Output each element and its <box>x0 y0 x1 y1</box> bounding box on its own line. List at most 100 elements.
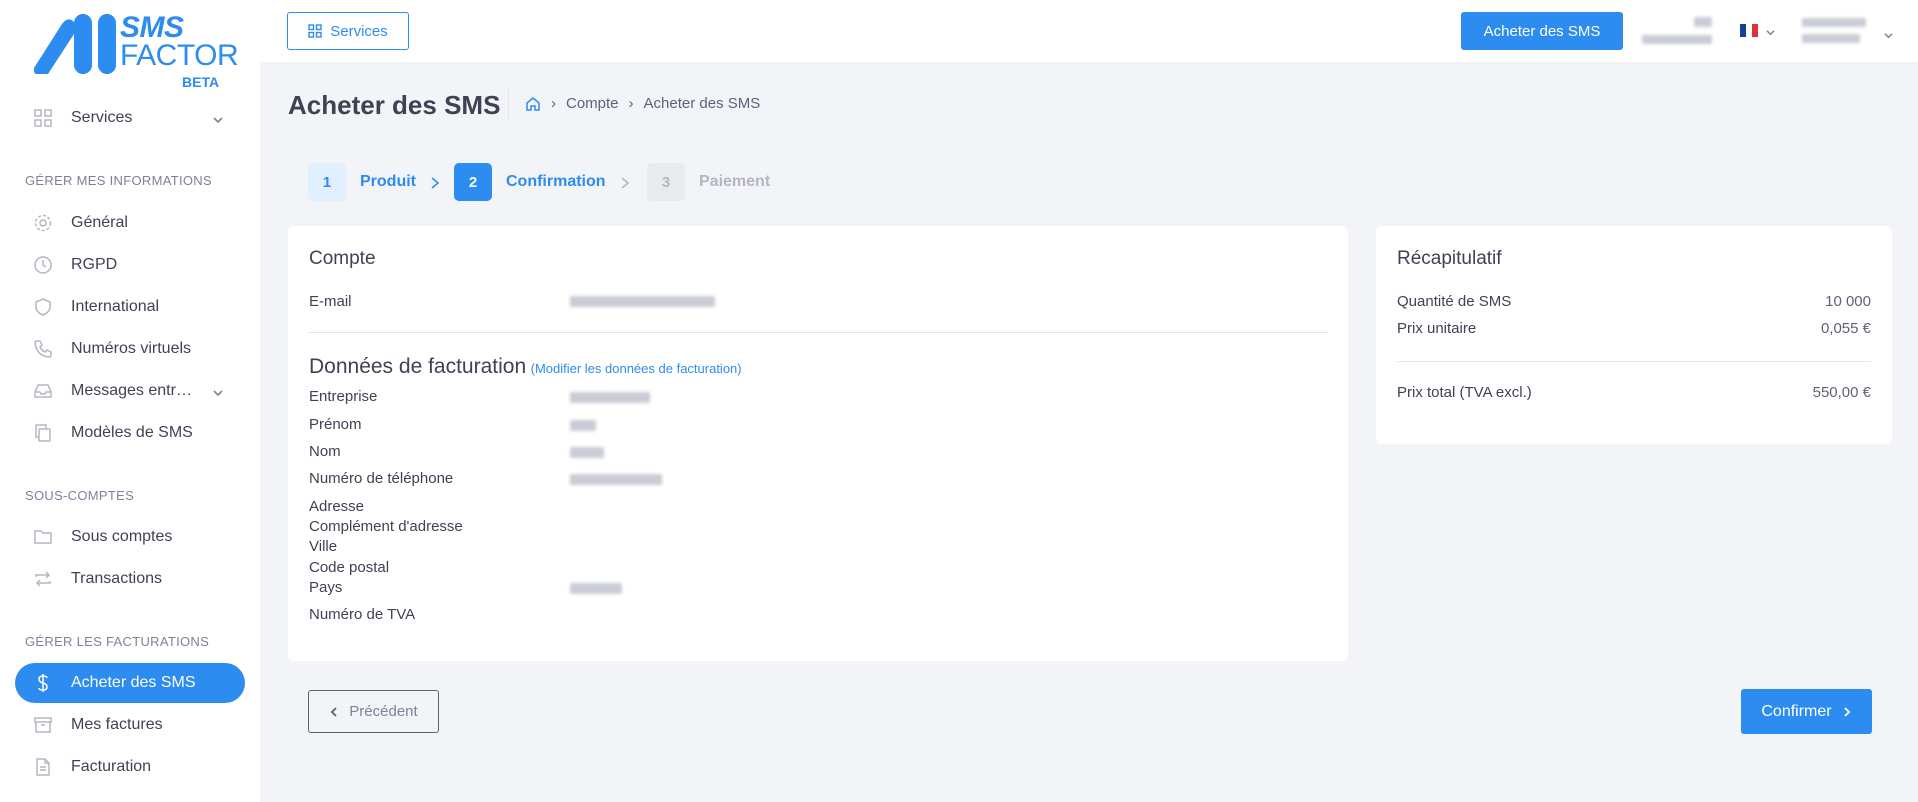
breadcrumb-separator: › <box>628 95 634 112</box>
quantity-label: Quantité de SMS <box>1397 293 1512 310</box>
sidebar-item-rgpd[interactable]: RGPD <box>15 245 245 285</box>
sidebar-item-label: Facturation <box>71 758 152 775</box>
sms-factor-logo[interactable]: SMS FACTOR BETA <box>28 12 239 92</box>
section-title-informations: GÉRER MES INFORMATIONS <box>25 173 212 188</box>
sidebar-item-incoming-messages[interactable]: Messages entr… <box>15 371 245 411</box>
section-title-sub-accounts: SOUS-COMPTES <box>25 488 135 503</box>
unit-price-label: Prix unitaire <box>1397 320 1477 337</box>
credit-balance-redacted <box>1694 17 1712 27</box>
sidebar-item-label: Modèles de SMS <box>71 424 193 441</box>
breadcrumb-item-current: Acheter des SMS <box>643 95 761 112</box>
sidebar-item-virtual-numbers[interactable]: Numéros virtuels <box>15 329 245 369</box>
divider <box>309 332 1329 333</box>
step-confirmation[interactable]: 2 Confirmation <box>454 163 606 201</box>
grid-icon <box>308 24 322 38</box>
clock-icon <box>33 255 53 275</box>
user-company-redacted[interactable] <box>1802 34 1860 43</box>
city-label: Ville <box>309 538 338 555</box>
total-price-value: 550,00 € <box>1812 384 1871 401</box>
address2-label: Complément d'adresse <box>309 518 463 535</box>
sidebar-item-label: Général <box>71 214 128 231</box>
services-button-label: Services <box>330 22 388 40</box>
lastname-label: Nom <box>309 443 341 460</box>
chevron-down-icon[interactable] <box>1884 27 1893 39</box>
gear-icon <box>33 213 53 233</box>
confirm-button[interactable]: Confirmer <box>1741 689 1872 734</box>
sidebar-item-label: Numéros virtuels <box>71 340 192 357</box>
sidebar-item-general[interactable]: Général <box>15 203 245 243</box>
step-label: Paiement <box>699 173 771 190</box>
previous-button-label: Précédent <box>349 703 418 720</box>
address-label: Adresse <box>309 498 365 515</box>
chevron-left-icon <box>331 706 337 717</box>
chevron-right-icon <box>620 176 630 189</box>
lastname-value-redacted <box>570 447 604 458</box>
step-label: Confirmation <box>506 173 606 190</box>
chevron-down-icon[interactable] <box>1766 24 1775 36</box>
edit-billing-link[interactable]: (Modifier les données de facturation) <box>531 361 742 376</box>
step-number: 1 <box>308 163 346 201</box>
country-label: Pays <box>309 579 343 596</box>
breadcrumb: › Compte › Acheter des SMS <box>525 95 760 112</box>
sidebar-item-label: Mes factures <box>71 716 163 733</box>
logo-mark-icon <box>34 14 116 74</box>
sidebar-item-sub-accounts[interactable]: Sous comptes <box>15 517 245 557</box>
country-value-redacted <box>570 583 622 594</box>
page-title: Acheter des SMS <box>288 90 501 120</box>
chevron-right-icon <box>430 176 440 189</box>
phone-icon <box>33 339 53 359</box>
repeat-icon <box>33 569 53 589</box>
sidebar-item-services[interactable]: Services <box>15 98 245 138</box>
previous-button[interactable]: Précédent <box>308 690 439 733</box>
copy-icon <box>33 423 53 443</box>
breadcrumb-separator: › <box>551 95 556 112</box>
zip-label: Code postal <box>309 559 390 576</box>
sidebar-item-label: RGPD <box>71 256 118 273</box>
email-label: E-mail <box>309 293 352 310</box>
services-button[interactable]: Services <box>287 12 409 50</box>
user-name-redacted[interactable] <box>1802 18 1866 27</box>
section-title-billing: GÉRER LES FACTURATIONS <box>25 634 210 649</box>
email-value-redacted <box>570 296 715 307</box>
phone-label: Numéro de téléphone <box>309 470 454 487</box>
sidebar-item-label: Acheter des SMS <box>71 674 196 691</box>
quantity-value: 10 000 <box>1825 293 1871 310</box>
firstname-label: Prénom <box>309 416 362 433</box>
sidebar-item-sms-templates[interactable]: Modèles de SMS <box>15 413 245 453</box>
beta-badge: BETA <box>182 74 220 90</box>
archive-icon <box>33 715 53 735</box>
chevron-down-icon <box>213 112 223 124</box>
account-section-title: Compte <box>309 248 376 269</box>
total-price-label: Prix total (TVA excl.) <box>1397 384 1532 401</box>
step-payment: 3 Paiement <box>647 163 770 201</box>
sidebar-item-label: Services <box>71 109 133 126</box>
title-separator <box>508 88 509 120</box>
company-value-redacted <box>570 392 650 403</box>
home-icon[interactable] <box>525 96 541 112</box>
billing-section-title: Données de facturation <box>309 355 527 378</box>
step-number: 2 <box>454 163 492 201</box>
sidebar-item-label: International <box>71 298 160 315</box>
sidebar-item-buy-sms[interactable]: Acheter des SMS <box>15 663 245 703</box>
step-product[interactable]: 1 Produit <box>308 163 416 201</box>
unit-price-value: 0,055 € <box>1820 320 1871 337</box>
topbar: Services Acheter des SMS <box>260 0 1918 62</box>
breadcrumb-item-account[interactable]: Compte <box>566 95 619 112</box>
sidebar: SMS FACTOR BETA Services GÉRER MES INFOR… <box>0 0 260 802</box>
sidebar-item-invoices[interactable]: Mes factures <box>15 705 245 745</box>
file-icon <box>33 757 53 777</box>
step-number: 3 <box>647 163 685 201</box>
sidebar-item-transactions[interactable]: Transactions <box>15 559 245 599</box>
logo-line2: FACTOR <box>120 39 239 72</box>
buy-sms-button[interactable]: Acheter des SMS <box>1461 12 1623 50</box>
inbox-icon <box>33 381 53 401</box>
sidebar-item-international[interactable]: International <box>15 287 245 327</box>
divider <box>1397 361 1871 362</box>
shield-icon <box>33 297 53 317</box>
sidebar-item-billing[interactable]: Facturation <box>15 747 245 787</box>
france-flag-icon[interactable] <box>1740 24 1758 37</box>
company-label: Entreprise <box>309 388 378 405</box>
summary-card: Récapitulatif Quantité de SMS 10 000 Pri… <box>1376 226 1892 444</box>
credit-label-redacted <box>1642 35 1712 44</box>
billing-header: Données de facturation (Modifier les don… <box>309 355 742 379</box>
